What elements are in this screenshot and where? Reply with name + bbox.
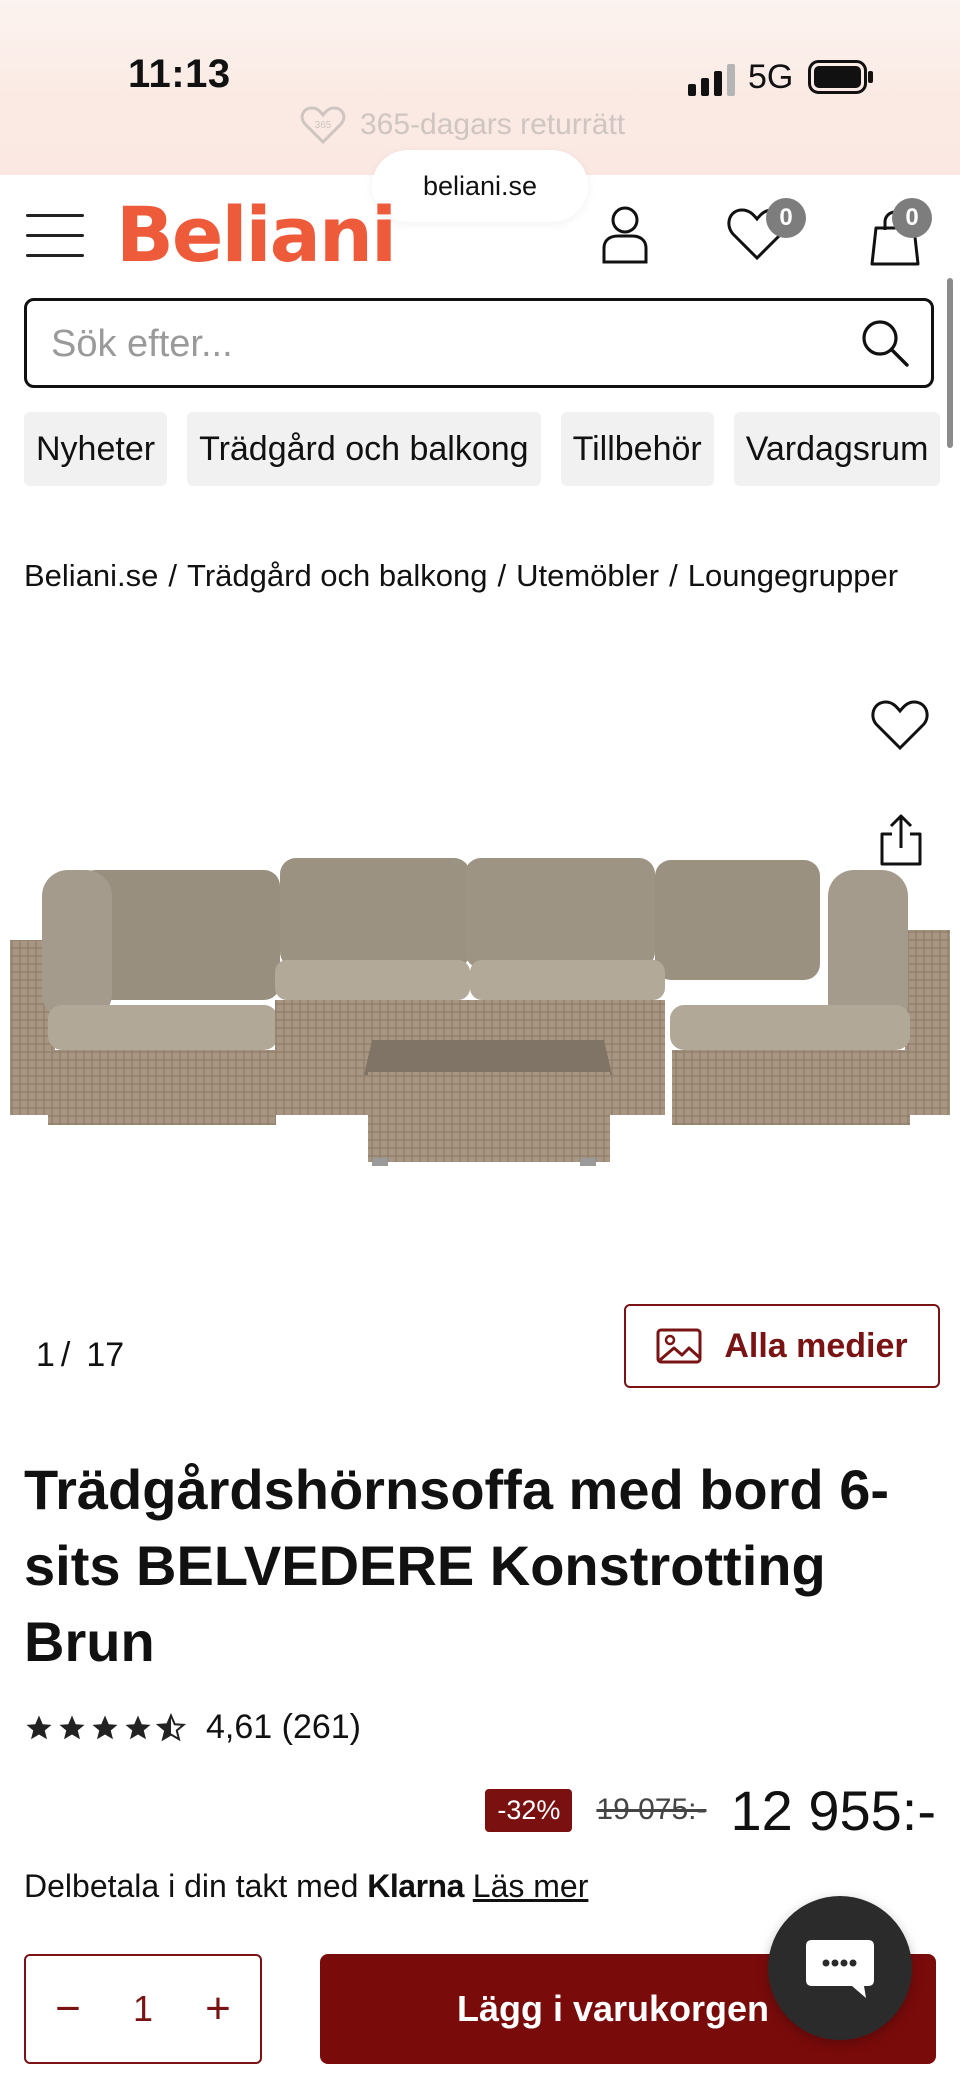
klarna-financing: Delbetala i din takt med Klarna Läs mer (24, 1868, 588, 1905)
product-image-sofa[interactable] (0, 840, 960, 1220)
image-gallery-icon (656, 1328, 702, 1364)
image-counter-separator: / (60, 1336, 71, 1374)
discount-badge: -32% (485, 1788, 573, 1832)
star-full-icon (92, 1715, 118, 1739)
search-bar (24, 298, 934, 388)
breadcrumb-item[interactable]: Loungegrupper (688, 558, 898, 593)
current-price: 12 955:- (730, 1778, 937, 1842)
klarna-logo: Klarna (367, 1868, 464, 1904)
beliani-logo[interactable]: Beliani (116, 190, 397, 279)
menu-bar-icon (26, 234, 84, 237)
star-full-icon (26, 1715, 52, 1739)
original-price: 19 075:- (596, 1793, 707, 1826)
promo-banner[interactable]: 365 365-dagars returrätt (300, 104, 625, 146)
cart-count-badge: 0 (892, 198, 932, 238)
breadcrumb-item[interactable]: Trädgård och balkong (187, 558, 487, 593)
browser-url-pill[interactable]: beliani.se (372, 150, 588, 222)
rating-text: 4,61 (261) (206, 1708, 361, 1746)
all-media-button[interactable]: Alla medier (624, 1304, 940, 1388)
category-nav: Nyheter Trädgård och balkong Tillbehör V… (24, 412, 960, 486)
quantity-value[interactable]: 1 (133, 1988, 153, 2030)
breadcrumb-separator: / (168, 558, 178, 593)
search-input[interactable] (49, 301, 853, 387)
all-media-label: Alla medier (724, 1326, 908, 1365)
product-rating[interactable]: 4,61 (261) (24, 1708, 361, 1747)
menu-bar-icon (26, 254, 84, 257)
status-time: 11:13 (128, 52, 231, 96)
image-counter-total: 17 (86, 1336, 125, 1374)
wishlist-count-badge: 0 (766, 198, 806, 238)
network-label: 5G (748, 58, 794, 96)
decrease-quantity-button[interactable]: − (48, 1984, 88, 2034)
breadcrumb-item[interactable]: Utemöbler (516, 558, 659, 593)
category-pill-tillbehor[interactable]: Tillbehör (560, 412, 714, 486)
menu-bar-icon (26, 214, 84, 217)
chat-bubble-icon (806, 1940, 874, 1998)
quantity-stepper: − 1 + (24, 1954, 262, 2064)
star-full-icon (125, 1715, 151, 1739)
klarna-prefix: Delbetala i din takt med (24, 1868, 359, 1904)
breadcrumb-separator: / (669, 558, 678, 593)
chat-widget-button[interactable] (768, 1896, 912, 2040)
hamburger-menu-button[interactable] (26, 214, 84, 260)
breadcrumb-separator: / (497, 558, 507, 593)
heart-365-icon: 365 (300, 106, 346, 145)
rating-stars (24, 1712, 186, 1743)
svg-text:365: 365 (315, 120, 332, 131)
image-counter-current: 1 (36, 1336, 55, 1374)
image-counter: 1/ 17 (36, 1336, 124, 1375)
battery-icon (808, 60, 873, 94)
read-more-link[interactable]: Läs mer (473, 1868, 589, 1904)
promo-text: 365-dagars returrätt (360, 108, 626, 141)
account-icon[interactable] (596, 202, 654, 264)
signal-icon (688, 64, 735, 96)
category-pill-tradgard[interactable]: Trädgård och balkong (187, 412, 541, 486)
category-pill-nyheter[interactable]: Nyheter (24, 412, 168, 486)
search-icon[interactable] (859, 317, 911, 369)
browser-url: beliani.se (422, 170, 538, 201)
category-pill-vardagsrum[interactable]: Vardagsrum (733, 412, 941, 486)
product-title: Trädgårdshörnsoffa med bord 6-sits BELVE… (24, 1458, 889, 1673)
breadcrumb: Beliani.se / Trädgård och balkong / Utemöble… (24, 558, 898, 594)
star-full-icon (59, 1715, 85, 1739)
add-to-wishlist-heart-icon[interactable] (868, 694, 932, 754)
add-to-cart-label: Lägg i varukorgen (456, 1988, 770, 2029)
increase-quantity-button[interactable]: + (198, 1984, 238, 2034)
breadcrumb-item[interactable]: Beliani.se (24, 558, 158, 593)
price-row: -32% 19 075:- 12 955:- (452, 1778, 937, 1842)
star-half-icon (156, 1712, 186, 1741)
